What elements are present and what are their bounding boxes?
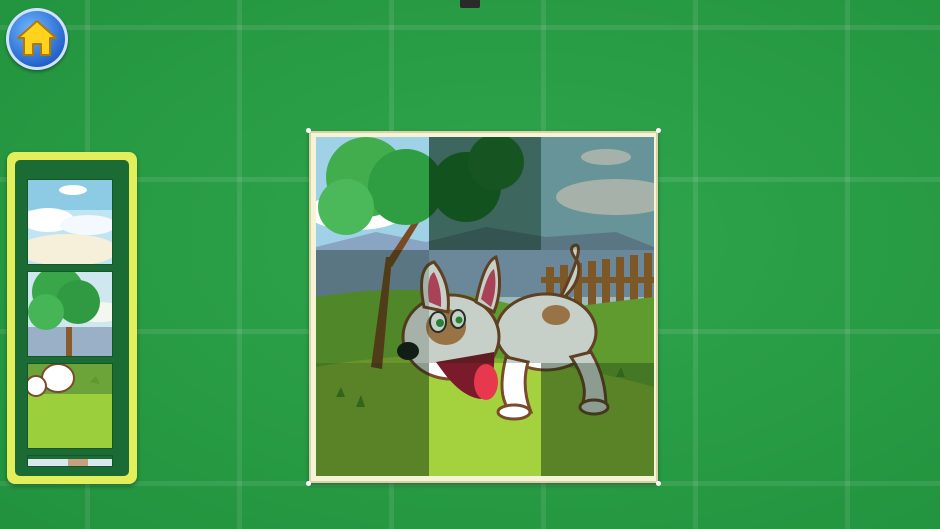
board-corner-marker <box>306 481 311 486</box>
camera-notch <box>460 0 480 8</box>
empty-slot-r2c0[interactable] <box>316 363 429 476</box>
tray-piece-partial[interactable] <box>27 455 113 467</box>
empty-slot-r1c1[interactable] <box>429 250 541 363</box>
tray-piece-tree[interactable] <box>27 271 113 357</box>
board-corner-marker <box>656 481 661 486</box>
puzzle-picture <box>316 137 654 476</box>
piece-tray-inner <box>15 160 129 476</box>
tray-piece-sky[interactable] <box>27 179 113 265</box>
piece-tray <box>7 152 137 484</box>
home-button[interactable] <box>6 8 68 70</box>
home-icon <box>17 20 57 56</box>
puzzle-board <box>306 128 661 486</box>
empty-slot-r0c2[interactable] <box>541 137 654 250</box>
empty-slot-r1c0[interactable] <box>316 250 429 363</box>
empty-slot-r0c1[interactable] <box>429 137 541 250</box>
empty-slot-r2c2[interactable] <box>541 363 654 476</box>
board-corner-marker <box>656 128 661 133</box>
tray-piece-grass[interactable] <box>27 363 113 449</box>
empty-slot-r1c2[interactable] <box>541 250 654 363</box>
board-corner-marker <box>306 128 311 133</box>
